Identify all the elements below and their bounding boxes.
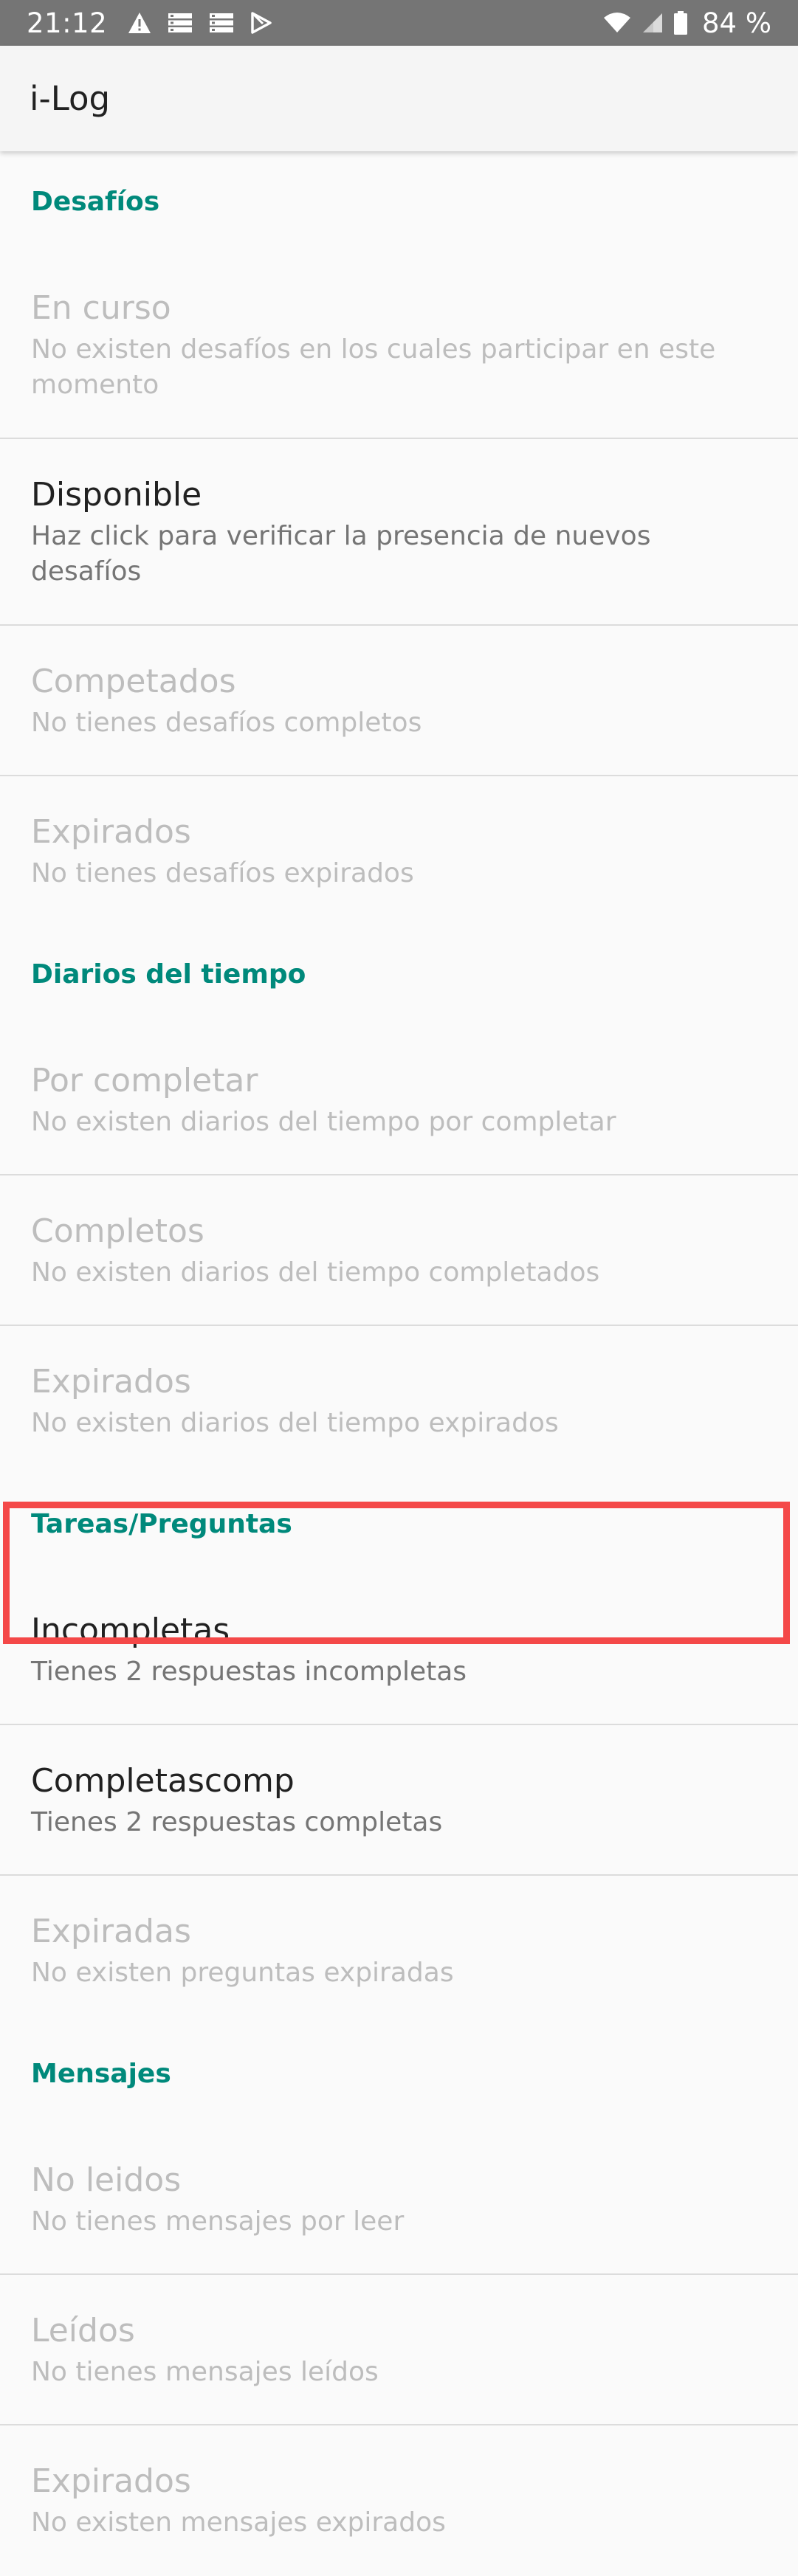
pref-summary: No tienes desafíos completos — [31, 708, 422, 738]
pref-title: Expirados — [31, 2462, 191, 2500]
pref-summary: No existen diarios del tiempo completado… — [31, 1257, 600, 1288]
app-bar: i-Log — [0, 46, 798, 151]
pref-title: Expirados — [31, 813, 191, 851]
pref-title: Por completar — [31, 1062, 258, 1099]
section-header-tasks: Tareas/Preguntas — [31, 1509, 292, 1539]
pref-summary: Tienes 2 respuestas incompletas — [31, 1657, 467, 1687]
pref-summary: No existen diarios del tiempo por comple… — [31, 1107, 616, 1137]
pref-title: Expiradas — [31, 1913, 191, 1950]
play-store-icon — [250, 12, 272, 34]
pref-tasks-complete[interactable]: Completascomp Tienes 2 respuestas comple… — [0, 1725, 798, 1876]
pref-summary: No tienes mensajes leídos — [31, 2357, 379, 2387]
pref-summary: No existen desafíos en los cuales partic… — [31, 334, 716, 400]
notification-icons — [128, 12, 272, 34]
pref-challenges-expired: Expirados No tienes desafíos expirados — [0, 776, 798, 924]
preference-list: Desafíos En curso No existen desafíos en… — [0, 151, 798, 2576]
pref-title: Competados — [31, 663, 236, 700]
battery-icon — [674, 11, 687, 35]
signal-icon — [642, 12, 664, 34]
pref-title: Incompletas — [31, 1612, 230, 1649]
pref-summary: No tienes desafíos expirados — [31, 858, 414, 888]
pref-tasks-incomplete[interactable]: Incompletas Tienes 2 respuestas incomple… — [0, 1575, 798, 1725]
pref-summary: No existen diarios del tiempo expirados — [31, 1408, 559, 1438]
sim-icon — [209, 12, 234, 34]
pref-title: En curso — [31, 289, 171, 327]
pref-title: No leidos — [31, 2161, 182, 2199]
status-bar: 21:12 84 % — [0, 0, 798, 46]
warning-icon — [128, 12, 151, 34]
pref-title: Completos — [31, 1212, 204, 1250]
status-time: 21:12 — [27, 7, 108, 39]
wifi-icon — [603, 12, 631, 34]
section-header-challenges: Desafíos — [31, 187, 160, 217]
pref-messages-expired: Expirados No existen mensajes expirados — [0, 2425, 798, 2576]
pref-messages-unread: No leidos No tienes mensajes por leer — [0, 2124, 798, 2275]
section-header-time-diaries: Diarios del tiempo — [31, 959, 306, 990]
pref-summary: Tienes 2 respuestas completas — [31, 1807, 443, 1837]
pref-challenges-completed: Competados No tienes desafíos completos — [0, 626, 798, 776]
pref-title: Completascomp — [31, 1762, 295, 1800]
pref-summary: No tienes mensajes por leer — [31, 2206, 405, 2237]
pref-summary: No existen mensajes expirados — [31, 2507, 446, 2538]
system-icons: 84 % — [603, 7, 771, 39]
pref-diaries-completed: Completos No existen diarios del tiempo … — [0, 1175, 798, 1326]
sim-icon — [168, 12, 193, 34]
pref-challenges-in-progress: En curso No existen desafíos en los cual… — [0, 252, 798, 439]
pref-diaries-to-complete: Por completar No existen diarios del tie… — [0, 1025, 798, 1175]
pref-summary: Haz click para verificar la presencia de… — [31, 521, 651, 587]
app-title: i-Log — [30, 79, 111, 118]
pref-title: Expirados — [31, 1363, 191, 1401]
battery-percentage: 84 % — [702, 7, 771, 39]
pref-title: Disponible — [31, 476, 202, 514]
pref-summary: No existen preguntas expiradas — [31, 1958, 454, 1988]
pref-diaries-expired: Expirados No existen diarios del tiempo … — [0, 1326, 798, 1474]
pref-tasks-expired: Expiradas No existen preguntas expiradas — [0, 1876, 798, 2023]
section-header-messages: Mensajes — [31, 2059, 171, 2089]
pref-challenges-available[interactable]: Disponible Haz click para verificar la p… — [0, 439, 798, 626]
pref-title: Leídos — [31, 2312, 135, 2349]
pref-messages-read: Leídos No tienes mensajes leídos — [0, 2275, 798, 2425]
